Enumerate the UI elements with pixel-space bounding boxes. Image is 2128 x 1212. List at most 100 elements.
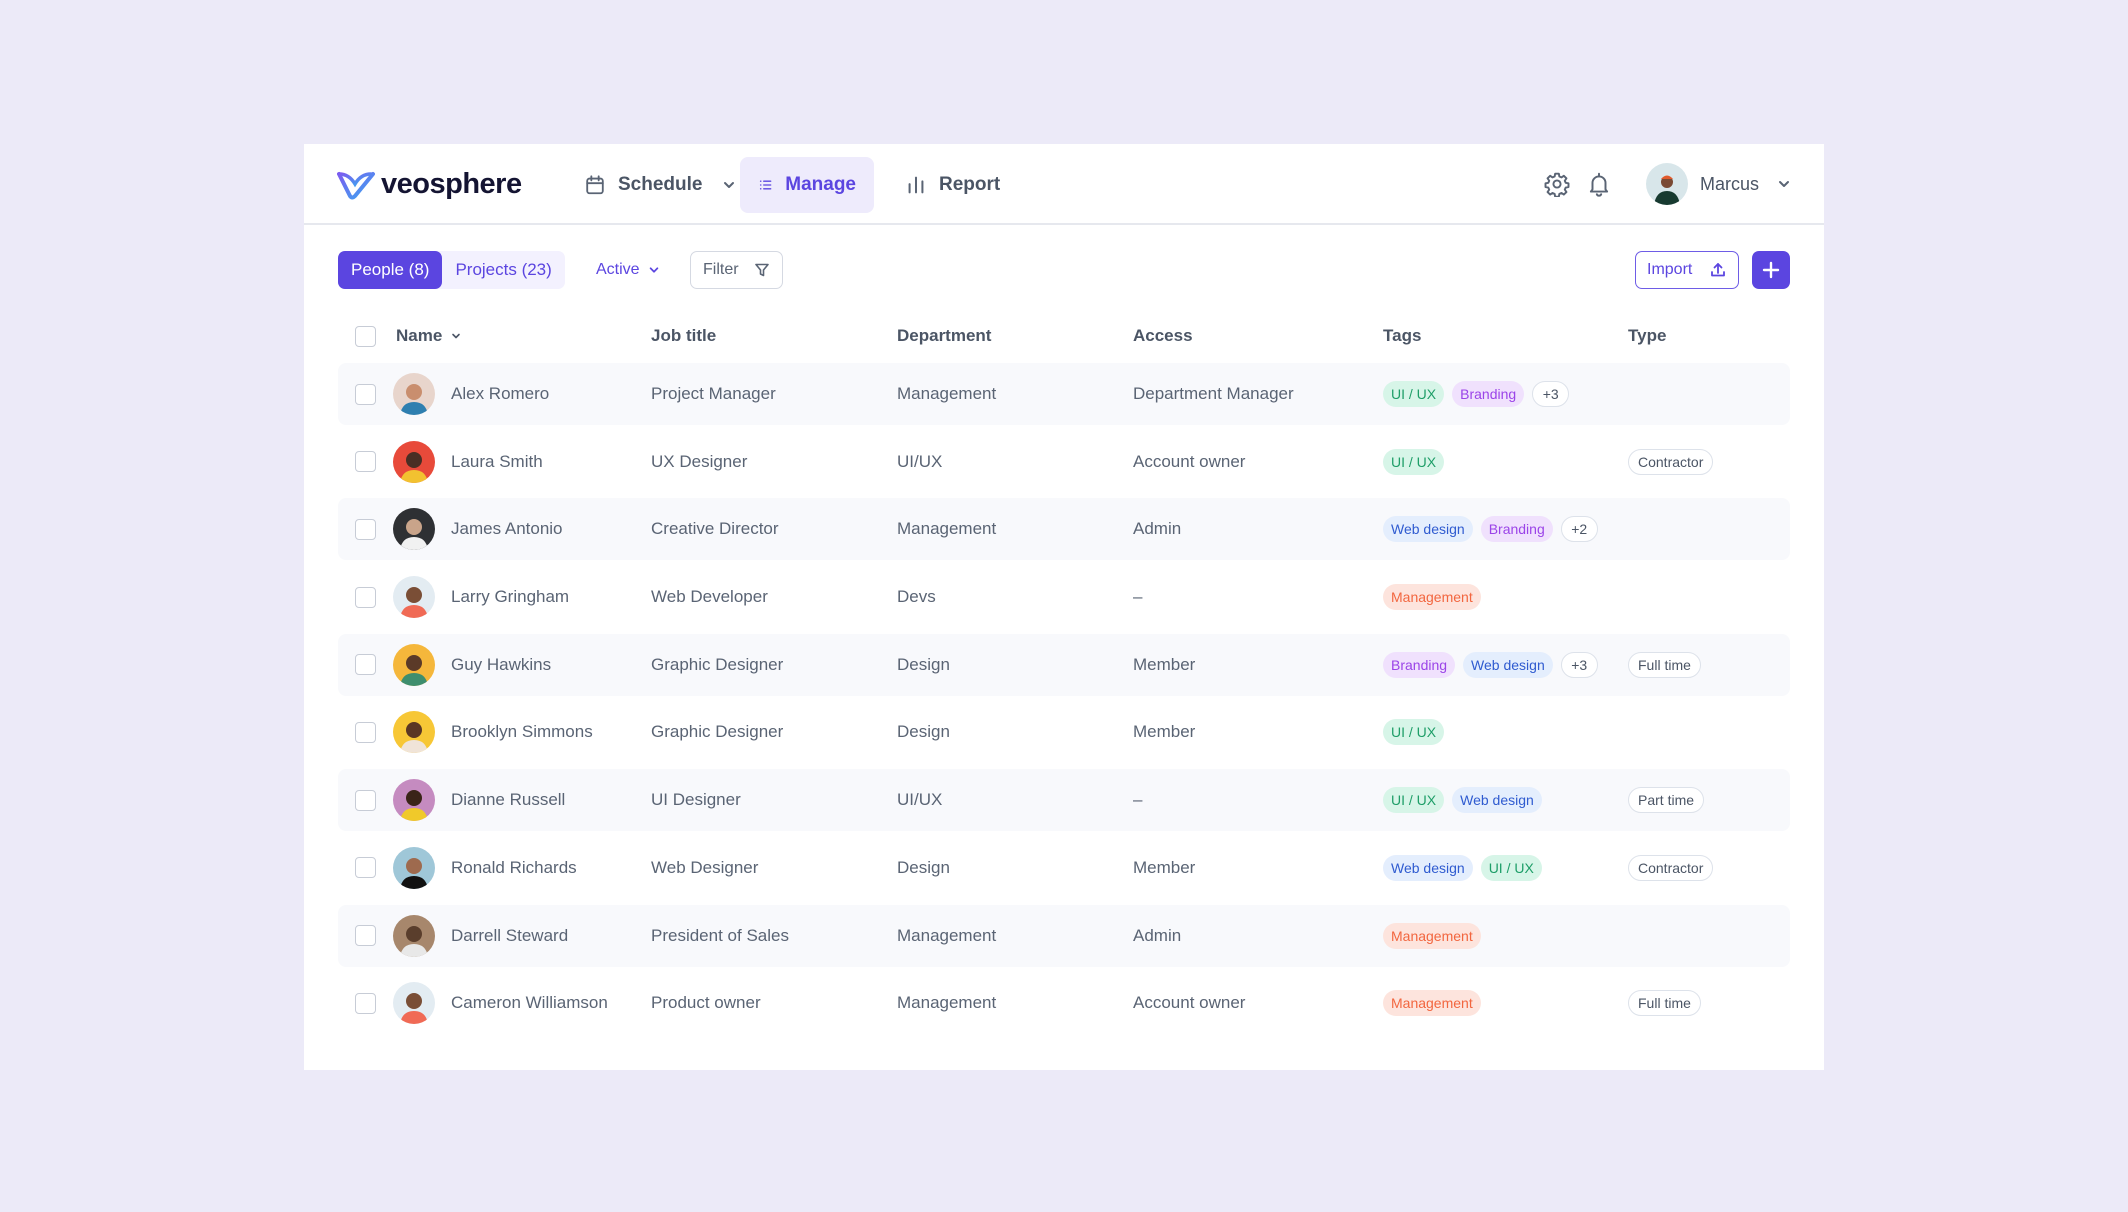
avatar [393, 982, 435, 1025]
more-tags-chip[interactable]: +2 [1560, 516, 1598, 543]
row-checkbox[interactable] [355, 654, 376, 676]
row-checkbox[interactable] [355, 857, 376, 879]
name-cell: Guy Hawkins [393, 634, 551, 696]
tag-chip[interactable]: Web design [1452, 787, 1542, 814]
row-select-cell [355, 905, 376, 967]
tag-chip[interactable]: UI / UX [1383, 787, 1445, 814]
table-row[interactable]: James Antonio Creative Director Manageme… [338, 498, 1790, 561]
table-row[interactable]: Larry Gringham Web Developer Devs – Mana… [338, 566, 1790, 628]
row-select-cell [355, 498, 376, 560]
name-cell: James Antonio [393, 498, 563, 560]
logo[interactable]: veosphere [337, 168, 522, 201]
tag-chip[interactable]: UI / UX [1383, 719, 1445, 746]
tag-chip[interactable]: Web design [1383, 854, 1473, 881]
row-select-cell [355, 634, 376, 696]
column-access[interactable]: Access [1133, 316, 1193, 356]
tab-projects[interactable]: Projects (23) [442, 251, 564, 289]
person-name: Dianne Russell [451, 790, 566, 810]
department-cell: Management [897, 925, 997, 945]
tags-cell: Branding Web design +3 [1383, 634, 1598, 696]
filter-button[interactable]: Filter [690, 251, 783, 289]
type-cell: Part time [1628, 769, 1705, 831]
table-body: Alex Romero Project Manager Management D… [338, 363, 1790, 1040]
person-name: Alex Romero [451, 384, 550, 403]
avatar [393, 373, 435, 415]
row-checkbox[interactable] [355, 383, 376, 405]
nav-schedule[interactable]: Schedule [566, 157, 754, 213]
person-name: Guy Hawkins [451, 654, 552, 674]
tag-chip[interactable]: UI / UX [1480, 854, 1542, 881]
tag-chip[interactable]: UI / UX [1383, 448, 1445, 475]
avatar [393, 576, 435, 619]
department-cell: Design [897, 857, 950, 877]
access-cell: – [1133, 790, 1143, 810]
person-name: Larry Gringham [451, 587, 570, 607]
type-badge: Contractor [1628, 448, 1714, 475]
row-checkbox[interactable] [355, 586, 376, 608]
user-menu[interactable]: Marcus [1646, 163, 1791, 205]
row-checkbox[interactable] [355, 451, 376, 473]
table-row[interactable]: Laura Smith UX Designer UI/UX Account ow… [338, 431, 1790, 493]
column-type[interactable]: Type [1628, 316, 1666, 356]
avatar [393, 914, 435, 957]
access-cell: Admin [1133, 925, 1182, 945]
access-cell: Member [1133, 722, 1196, 742]
notifications-button[interactable] [1586, 171, 1612, 197]
settings-button[interactable] [1544, 171, 1570, 198]
person-photo-icon [393, 779, 435, 822]
person-photo-icon [393, 982, 435, 1025]
more-tags-chip[interactable]: +3 [1532, 381, 1570, 407]
table-row[interactable]: Darrell Steward President of Sales Manag… [338, 904, 1790, 967]
row-select-cell [355, 701, 376, 763]
department-cell: Management [897, 993, 997, 1013]
column-name[interactable]: Name [396, 316, 462, 356]
nav-report[interactable]: Report [887, 157, 1018, 213]
type-badge: Contractor [1628, 854, 1714, 881]
tag-chip[interactable]: Branding [1452, 381, 1525, 407]
table-row[interactable]: Cameron Williamson Product owner Managem… [338, 972, 1790, 1034]
tag-chip[interactable]: Management [1383, 584, 1481, 611]
import-button[interactable]: Import [1635, 251, 1739, 289]
add-person-button[interactable] [1752, 251, 1790, 289]
select-all-checkbox[interactable] [355, 325, 376, 347]
more-tags-chip[interactable]: +3 [1560, 651, 1598, 678]
tag-chip[interactable]: Management [1383, 990, 1481, 1017]
table-row[interactable]: Guy Hawkins Graphic Designer Design Memb… [338, 633, 1790, 696]
column-department[interactable]: Department [897, 316, 991, 356]
tag-chip[interactable]: Management [1383, 922, 1481, 949]
tag-chip[interactable]: Branding [1383, 651, 1456, 678]
tag-chip[interactable]: Branding [1480, 516, 1553, 543]
tags-cell: UI / UX Web design [1383, 769, 1542, 831]
job-title-cell: Web Developer [651, 587, 768, 607]
table-row[interactable]: Ronald Richards Web Designer Design Memb… [338, 837, 1790, 899]
person-name: James Antonio [451, 519, 563, 539]
table-row[interactable]: Brooklyn Simmons Graphic Designer Design… [338, 701, 1790, 763]
tag-chip[interactable]: Web design [1463, 651, 1553, 678]
row-select-cell [355, 837, 376, 899]
row-checkbox[interactable] [355, 789, 376, 811]
row-checkbox[interactable] [355, 992, 376, 1014]
column-job-title[interactable]: Job title [651, 316, 716, 356]
department-cell: Design [897, 654, 950, 674]
row-checkbox[interactable] [355, 721, 376, 743]
tag-chip[interactable]: Web design [1383, 516, 1473, 543]
row-checkbox[interactable] [355, 518, 376, 540]
name-cell: Cameron Williamson [393, 972, 608, 1034]
nav-manage[interactable]: Manage [740, 157, 874, 213]
tab-people[interactable]: People (8) [338, 251, 443, 289]
column-tags[interactable]: Tags [1383, 316, 1421, 356]
table-row[interactable]: Alex Romero Project Manager Management D… [338, 363, 1790, 425]
status-dropdown[interactable]: Active [596, 251, 660, 289]
table-row[interactable]: Dianne Russell UI Designer UI/UX – UI / … [338, 769, 1790, 832]
upload-icon [1711, 263, 1725, 277]
tag-chip[interactable]: UI / UX [1383, 381, 1445, 407]
people-table: Name Job title Department Access Tags Ty… [338, 316, 1790, 1025]
department-cell: UI/UX [897, 451, 943, 471]
row-checkbox[interactable] [355, 925, 376, 946]
avatar [393, 846, 435, 889]
row-select-cell [355, 769, 376, 831]
job-title-cell: Creative Director [651, 519, 779, 539]
row-select-cell [355, 972, 376, 1034]
import-label: Import [1647, 261, 1693, 278]
job-title-cell: Product owner [651, 993, 761, 1013]
